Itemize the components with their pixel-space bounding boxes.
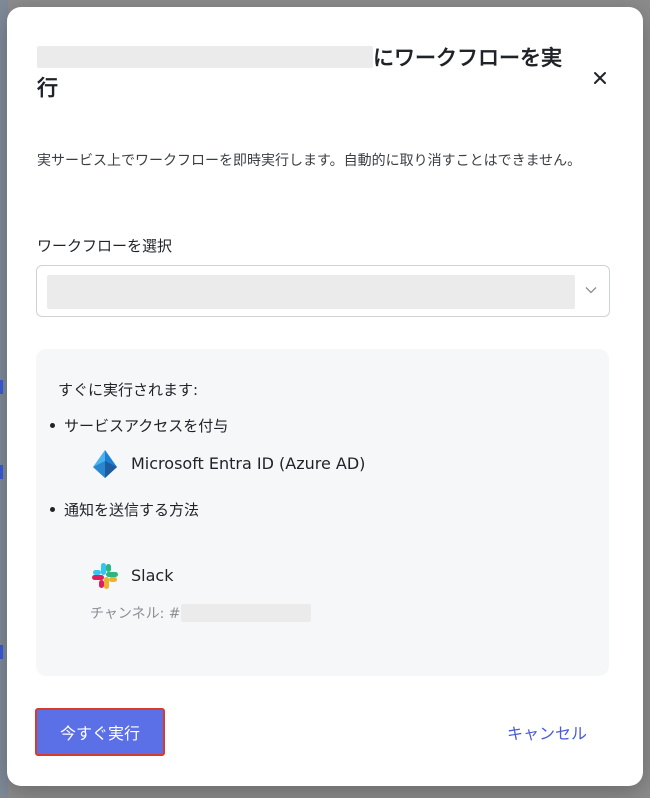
slack-service-name: Slack bbox=[131, 566, 174, 585]
backdrop-accent bbox=[0, 380, 3, 394]
slack-icon bbox=[92, 563, 118, 589]
redacted-user-name bbox=[37, 46, 373, 68]
close-icon bbox=[594, 72, 606, 84]
microsoft-entra-icon bbox=[93, 450, 117, 478]
notify-bullet: 通知を送信する方法 bbox=[49, 501, 200, 519]
modal-description: 実サービス上でワークフローを即時実行します。自動的に取り消すことはできません。 bbox=[37, 153, 582, 169]
slack-channel: チャンネル: # bbox=[90, 603, 312, 623]
access-bullet: サービスアクセスを付与 bbox=[49, 417, 229, 435]
cancel-button[interactable]: キャンセル bbox=[487, 708, 607, 756]
redacted-workflow-name bbox=[47, 275, 575, 309]
workflow-select-label: ワークフローを選択 bbox=[37, 237, 173, 255]
channel-prefix: チャンネル: # bbox=[90, 606, 181, 622]
run-now-button[interactable]: 今すぐ実行 bbox=[35, 708, 165, 756]
execution-summary-panel: すぐに実行されます: サービスアクセスを付与 Microsoft Entra I… bbox=[36, 349, 609, 676]
redacted-channel-name bbox=[181, 604, 312, 622]
modal-title: にワークフローを実行 bbox=[37, 43, 582, 103]
entra-service-name: Microsoft Entra ID (Azure AD) bbox=[131, 454, 366, 473]
summary-heading: すぐに実行されます: bbox=[58, 381, 199, 399]
close-button[interactable] bbox=[587, 65, 613, 91]
run-workflow-modal: にワークフローを実行 実サービス上でワークフローを即時実行します。自動的に取り消… bbox=[7, 7, 643, 786]
chevron-down-icon bbox=[585, 287, 597, 294]
backdrop-accent bbox=[0, 465, 3, 479]
workflow-select[interactable] bbox=[36, 265, 610, 317]
backdrop-accent bbox=[0, 645, 3, 659]
